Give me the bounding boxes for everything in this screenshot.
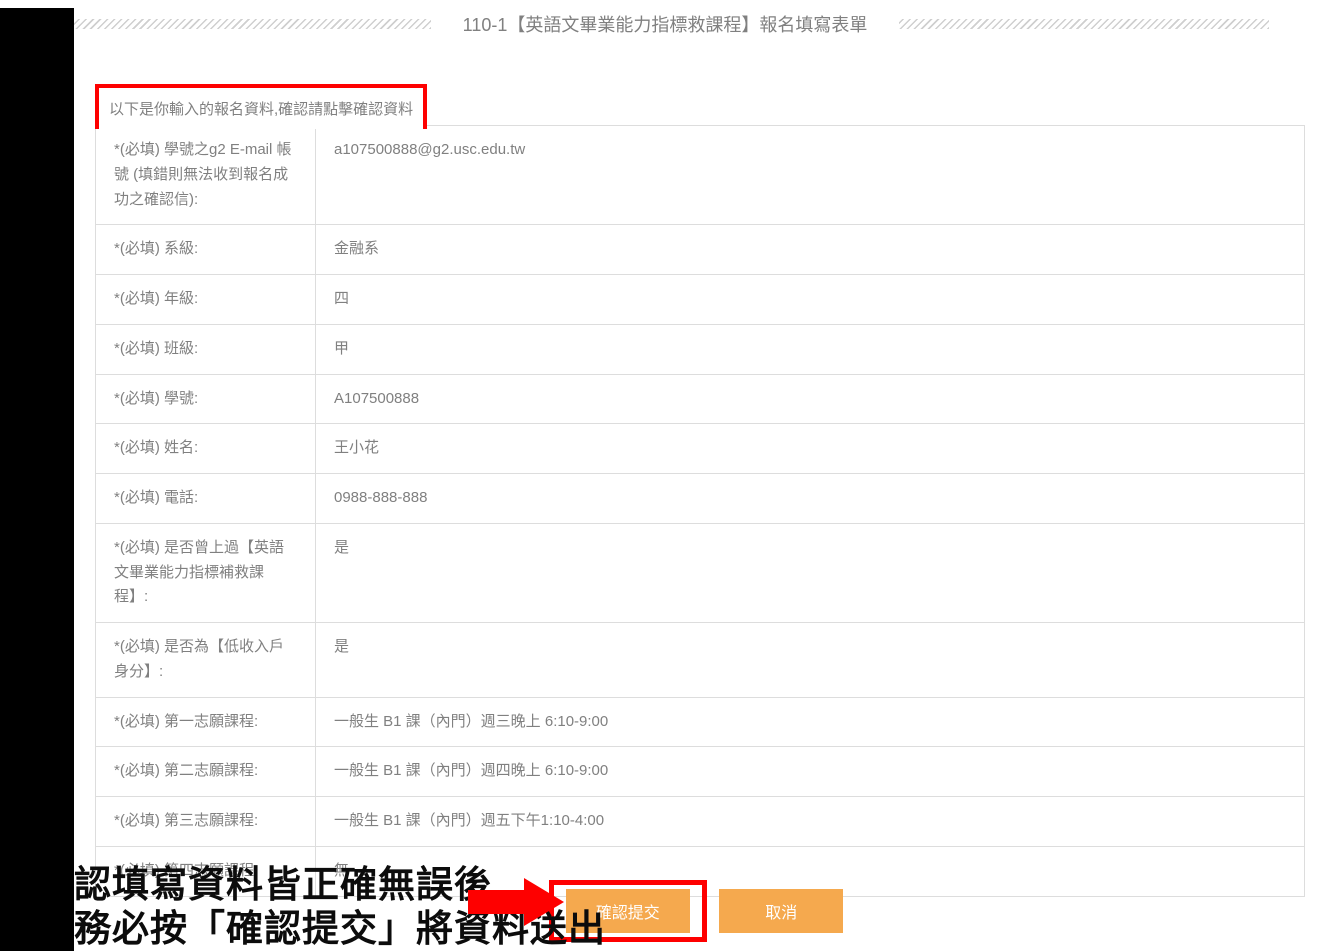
field-label: *(必填) 年級:: [96, 275, 316, 325]
table-row: *(必填) 年級:四: [96, 275, 1305, 325]
form-table: *(必填) 學號之g2 E-mail 帳號 (填錯則無法收到報名成功之確認信):…: [95, 125, 1305, 897]
field-value: 一般生 B1 課（內門）週四晚上 6:10-9:00: [316, 747, 1305, 797]
field-label: *(必填) 是否曾上過【英語文畢業能力指標補救課程】:: [96, 523, 316, 622]
field-value: a107500888@g2.usc.edu.tw: [316, 126, 1305, 225]
field-label: *(必填) 第三志願課程:: [96, 797, 316, 847]
field-value: 是: [316, 523, 1305, 622]
table-row: *(必填) 系級:金融系: [96, 225, 1305, 275]
field-label: *(必填) 系級:: [96, 225, 316, 275]
table-row: *(必填) 第三志願課程:一般生 B1 課（內門）週五下午1:10-4:00: [96, 797, 1305, 847]
confirm-header-text: 以下是你輸入的報名資料,確認請點擊確認資料: [109, 101, 413, 118]
field-value: 是: [316, 623, 1305, 698]
form-table-body: *(必填) 學號之g2 E-mail 帳號 (填錯則無法收到報名成功之確認信):…: [96, 126, 1305, 897]
field-value: 0988-888-888: [316, 474, 1305, 524]
page-title: 110-1【英語文畢業能力指標救課程】報名填寫表單: [441, 11, 890, 37]
arrow-right-icon: [468, 878, 564, 926]
confirm-header-box: 以下是你輸入的報名資料,確認請點擊確認資料: [95, 84, 427, 129]
title-decoration-left: [61, 19, 431, 29]
field-label: *(必填) 第二志願課程:: [96, 747, 316, 797]
table-row: *(必填) 學號之g2 E-mail 帳號 (填錯則無法收到報名成功之確認信):…: [96, 126, 1305, 225]
table-row: *(必填) 是否為【低收入戶身分】:是: [96, 623, 1305, 698]
field-value: 一般生 B1 課（內門）週五下午1:10-4:00: [316, 797, 1305, 847]
field-value: 一般生 B1 課（內門）週三晚上 6:10-9:00: [316, 697, 1305, 747]
table-row: *(必填) 第一志願課程:一般生 B1 課（內門）週三晚上 6:10-9:00: [96, 697, 1305, 747]
field-label: *(必填) 學號之g2 E-mail 帳號 (填錯則無法收到報名成功之確認信):: [96, 126, 316, 225]
field-value: 金融系: [316, 225, 1305, 275]
table-row: *(必填) 班級:甲: [96, 324, 1305, 374]
field-label: *(必填) 第一志願課程:: [96, 697, 316, 747]
field-label: *(必填) 是否為【低收入戶身分】:: [96, 623, 316, 698]
field-value: 四: [316, 275, 1305, 325]
table-row: *(必填) 是否曾上過【英語文畢業能力指標補救課程】:是: [96, 523, 1305, 622]
table-row: *(必填) 第二志願課程:一般生 B1 課（內門）週四晚上 6:10-9:00: [96, 747, 1305, 797]
field-label: *(必填) 學號:: [96, 374, 316, 424]
table-row: *(必填) 電話:0988-888-888: [96, 474, 1305, 524]
overlay-instruction-line1: 認填寫資料皆正確無誤後: [74, 864, 492, 907]
field-value: 甲: [316, 324, 1305, 374]
field-label: *(必填) 姓名:: [96, 424, 316, 474]
table-row: *(必填) 姓名:王小花: [96, 424, 1305, 474]
table-row: *(必填) 學號:A107500888: [96, 374, 1305, 424]
black-side-strip: [0, 8, 74, 951]
field-value: 王小花: [316, 424, 1305, 474]
title-bar: 110-1【英語文畢業能力指標救課程】報名填寫表單: [0, 8, 1330, 40]
field-label: *(必填) 班級:: [96, 324, 316, 374]
field-label: *(必填) 電話:: [96, 474, 316, 524]
title-decoration-right: [899, 19, 1269, 29]
field-value: A107500888: [316, 374, 1305, 424]
cancel-button[interactable]: 取消: [719, 889, 843, 933]
content-area: 以下是你輸入的報名資料,確認請點擊確認資料 *(必填) 學號之g2 E-mail…: [95, 84, 1305, 897]
